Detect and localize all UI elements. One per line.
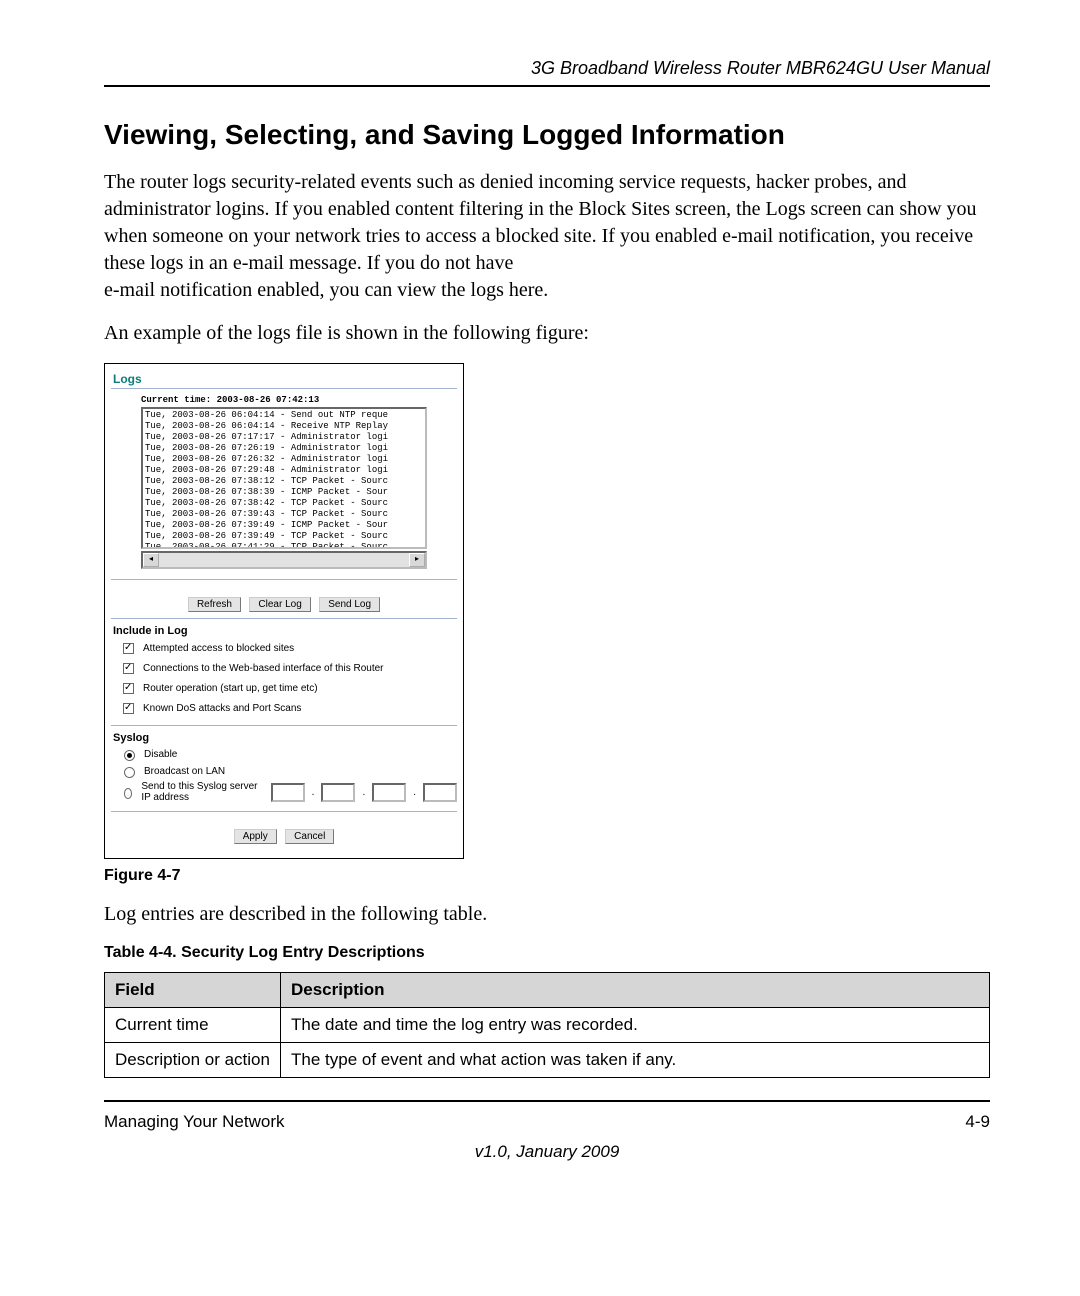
- panel-rule: [111, 811, 457, 812]
- scroll-left-icon[interactable]: ◂: [143, 553, 159, 567]
- panel-rule: [111, 725, 457, 726]
- panel-rule: [111, 618, 457, 619]
- syslog-radio-sendto[interactable]: [124, 788, 132, 799]
- table-header-row: Field Description: [105, 973, 990, 1008]
- include-option: Router operation (start up, get time etc…: [119, 680, 457, 697]
- syslog-option: Send to this Syslog server IP address . …: [119, 781, 457, 803]
- table-header-field: Field: [105, 973, 281, 1008]
- ip-dot: .: [312, 787, 315, 798]
- body-paragraph-2: An example of the logs file is shown in …: [104, 320, 990, 347]
- rule-bottom: [104, 1100, 990, 1102]
- footer-version: v1.0, January 2009: [104, 1142, 990, 1162]
- log-listbox[interactable]: Tue, 2003-08-26 06:04:14 - Send out NTP …: [141, 407, 427, 549]
- include-label: Attempted access to blocked sites: [143, 643, 294, 654]
- security-log-table: Field Description Current time The date …: [104, 972, 990, 1078]
- body-paragraph-3: Log entries are described in the followi…: [104, 901, 990, 928]
- cancel-button[interactable]: Cancel: [285, 829, 334, 844]
- table-cell: The date and time the log entry was reco…: [281, 1008, 990, 1043]
- syslog-radio-broadcast[interactable]: [124, 767, 135, 778]
- include-label: Connections to the Web-based interface o…: [143, 663, 384, 674]
- panel-rule: [111, 388, 457, 389]
- apply-button[interactable]: Apply: [234, 829, 277, 844]
- include-option: Connections to the Web-based interface o…: [119, 660, 457, 677]
- table-cell: Description or action: [105, 1043, 281, 1078]
- ip-octet-input[interactable]: [423, 783, 457, 802]
- ip-dot: .: [362, 787, 365, 798]
- include-option: Attempted access to blocked sites: [119, 640, 457, 657]
- send-log-button[interactable]: Send Log: [319, 597, 380, 612]
- include-checkbox[interactable]: [123, 663, 134, 674]
- include-checkbox[interactable]: [123, 643, 134, 654]
- table-row: Current time The date and time the log e…: [105, 1008, 990, 1043]
- figure-caption: Figure 4-7: [104, 867, 990, 885]
- syslog-radio-disable[interactable]: [124, 750, 135, 761]
- footer-page-number: 4-9: [965, 1112, 990, 1132]
- syslog-label: Send to this Syslog server IP address: [141, 781, 258, 803]
- horizontal-scrollbar[interactable]: ◂ ▸: [141, 551, 427, 569]
- rule-top: [104, 85, 990, 87]
- section-heading: Viewing, Selecting, and Saving Logged In…: [104, 119, 990, 151]
- table-caption: Table 4-4. Security Log Entry Descriptio…: [104, 944, 990, 962]
- panel-rule: [111, 579, 457, 580]
- include-label: Router operation (start up, get time etc…: [143, 683, 318, 694]
- logs-panel-title: Logs: [113, 372, 457, 386]
- refresh-button[interactable]: Refresh: [188, 597, 241, 612]
- syslog-option: Broadcast on LAN: [119, 764, 457, 778]
- include-in-log-heading: Include in Log: [113, 625, 457, 637]
- include-checkbox[interactable]: [123, 683, 134, 694]
- current-time-label: Current time: 2003-08-26 07:42:13: [141, 395, 427, 405]
- body-paragraph-1b: e-mail notification enabled, you can vie…: [104, 279, 548, 301]
- syslog-label: Disable: [144, 749, 177, 760]
- include-label: Known DoS attacks and Port Scans: [143, 703, 301, 714]
- ip-octet-input[interactable]: [321, 783, 355, 802]
- scroll-right-icon[interactable]: ▸: [409, 553, 425, 567]
- include-option: Known DoS attacks and Port Scans: [119, 700, 457, 717]
- ip-octet-input[interactable]: [271, 783, 305, 802]
- table-cell: Current time: [105, 1008, 281, 1043]
- footer-left: Managing Your Network: [104, 1112, 285, 1132]
- body-paragraph-1a: The router logs security-related events …: [104, 171, 977, 274]
- table-row: Description or action The type of event …: [105, 1043, 990, 1078]
- logs-figure: Logs Current time: 2003-08-26 07:42:13 T…: [104, 363, 464, 859]
- clear-log-button[interactable]: Clear Log: [249, 597, 310, 612]
- include-checkbox[interactable]: [123, 703, 134, 714]
- syslog-option: Disable: [119, 747, 457, 761]
- table-header-description: Description: [281, 973, 990, 1008]
- running-header: 3G Broadband Wireless Router MBR624GU Us…: [104, 58, 990, 79]
- ip-octet-input[interactable]: [372, 783, 406, 802]
- syslog-label: Broadcast on LAN: [144, 766, 225, 777]
- ip-dot: .: [413, 787, 416, 798]
- body-paragraph-1: The router logs security-related events …: [104, 169, 990, 304]
- syslog-heading: Syslog: [113, 732, 457, 744]
- table-cell: The type of event and what action was ta…: [281, 1043, 990, 1078]
